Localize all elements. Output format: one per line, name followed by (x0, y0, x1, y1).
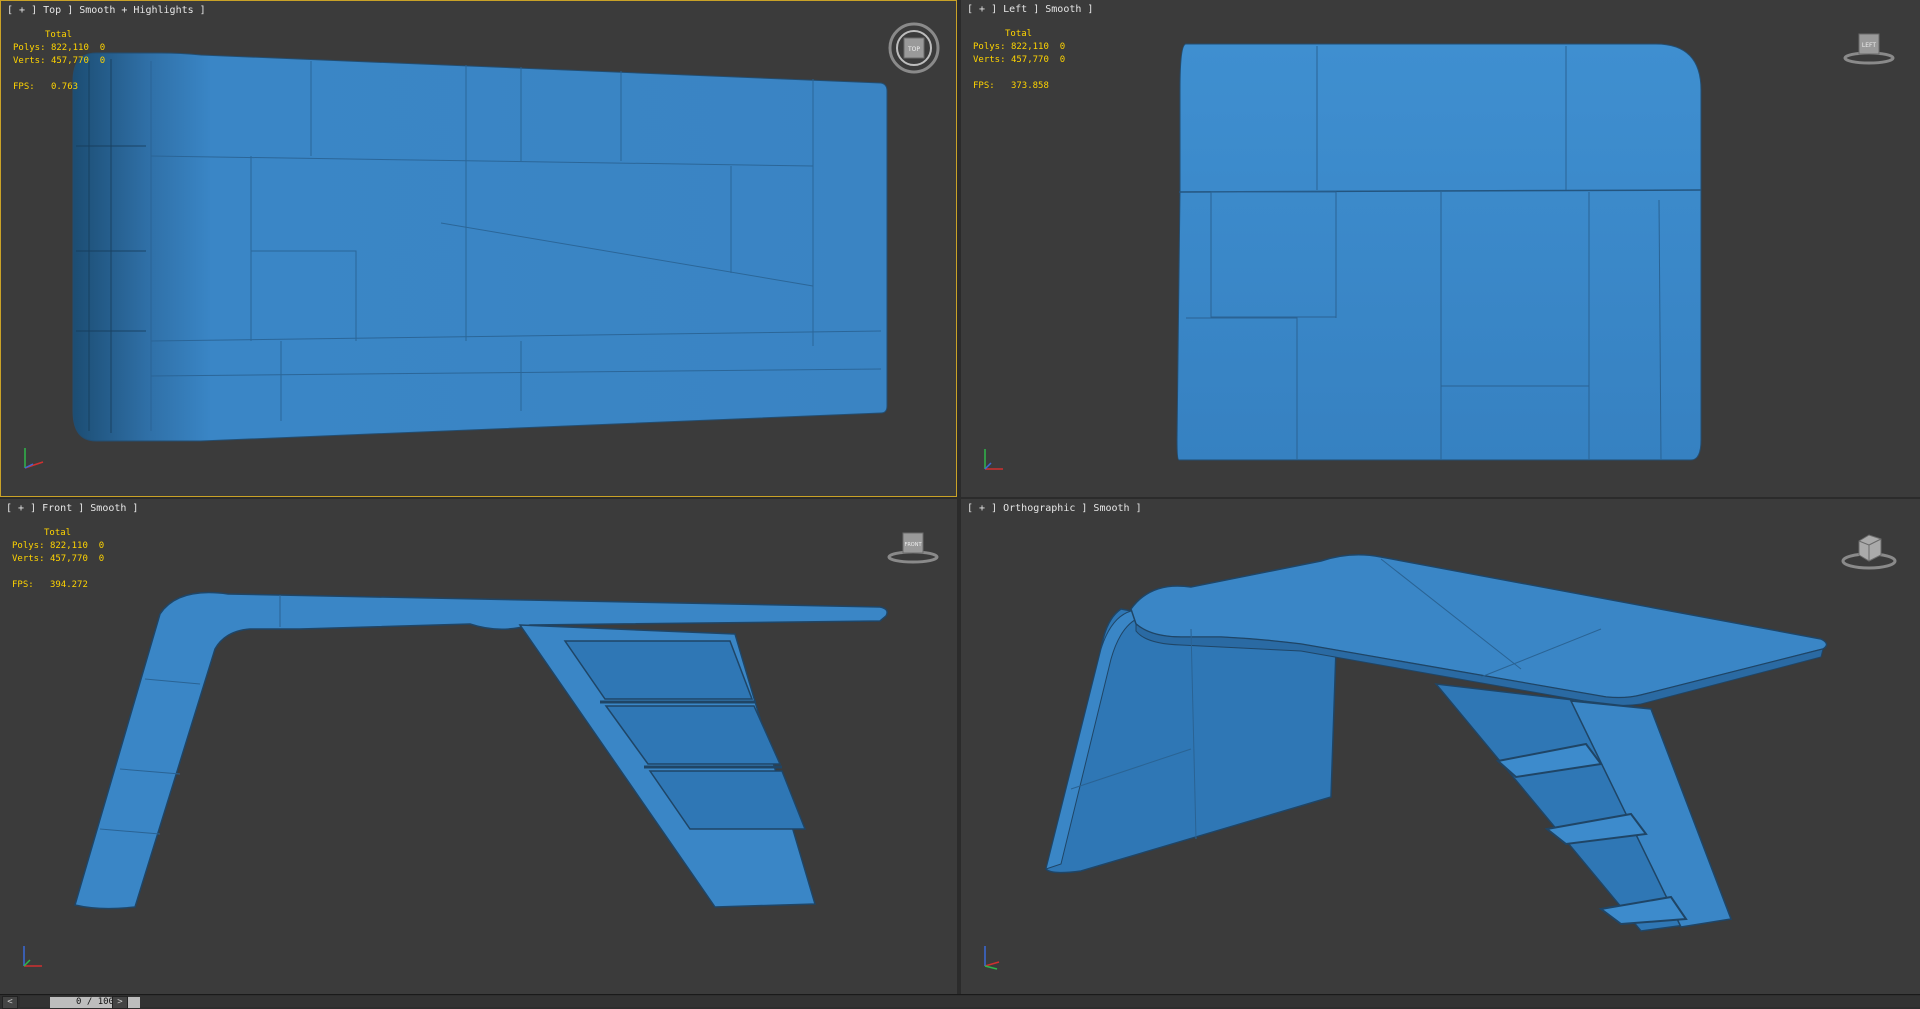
viewport-label-orthographic[interactable]: [ + ] Orthographic ] Smooth ] (967, 503, 1142, 514)
axis-tripod-icon (19, 444, 49, 478)
fps-value: 0.763 (50, 82, 79, 92)
viewport-label-front[interactable]: [ + ] Front ] Smooth ] (6, 503, 138, 514)
stats-verts: Verts: 457,770 0 (13, 55, 105, 68)
polys-value: 822,110 (1010, 42, 1049, 52)
stats-total-label: Total (44, 528, 72, 538)
viewcube-face-label: TOP (907, 46, 920, 53)
stats-total-label: Total (1005, 29, 1033, 39)
desk-model-left (1176, 43, 1702, 461)
axis-tripod-icon (979, 942, 1009, 976)
verts-selected: 0 (99, 56, 106, 66)
stats-fps: FPS: 394.272 (12, 579, 104, 592)
stats-polys: Polys: 822,110 0 (12, 540, 104, 553)
fps-value: 373.858 (1010, 81, 1049, 91)
viewport-front[interactable]: [ + ] Front ] Smooth ] Total Polys: 822,… (0, 499, 957, 994)
axis-tripod-icon (979, 445, 1009, 479)
viewport-label-top[interactable]: [ + ] Top ] Smooth + Highlights ] (7, 5, 206, 16)
viewport-top[interactable]: [ + ] Top ] Smooth + Highlights ] Total … (0, 0, 957, 497)
verts-value: 457,770 (1010, 55, 1049, 65)
polys-label: Polys: (12, 541, 45, 551)
viewcube-face-label: LEFT (1862, 42, 1876, 49)
polys-label: Polys: (973, 42, 1006, 52)
time-prev-button[interactable]: < (2, 996, 18, 1009)
stats-verts: Verts: 457,770 0 (12, 553, 104, 566)
viewport-orthographic[interactable]: [ + ] Orthographic ] Smooth ] (961, 499, 1920, 994)
polys-selected: 0 (98, 541, 105, 551)
axis-tripod-icon (18, 942, 48, 976)
time-next-button[interactable]: > (112, 996, 128, 1009)
stats-fps: FPS: 0.763 (13, 81, 105, 94)
viewcube-icon[interactable]: FRONT (883, 527, 943, 571)
stats-overlay-top: Total Polys: 822,110 0 Verts: 457,770 0 … (13, 29, 105, 94)
stats-fps: FPS: 373.858 (973, 80, 1065, 93)
viewcube-icon[interactable]: TOP (884, 19, 944, 83)
time-slider-track[interactable]: 0 / 100 (20, 996, 1920, 1008)
fps-label: FPS: (13, 82, 35, 92)
stats-polys: Polys: 822,110 0 (973, 41, 1065, 54)
stats-overlay-left: Total Polys: 822,110 0 Verts: 457,770 0 … (973, 28, 1065, 93)
verts-label: Verts: (13, 56, 46, 66)
viewcube-icon[interactable] (1839, 527, 1899, 576)
fps-value: 394.272 (49, 580, 88, 590)
viewcube-face-label: FRONT (904, 542, 922, 548)
stats-overlay-front: Total Polys: 822,110 0 Verts: 457,770 0 … (12, 527, 104, 592)
viewport-left[interactable]: [ + ] Left ] Smooth ] Total Polys: 822,1… (961, 0, 1920, 497)
polys-selected: 0 (1059, 42, 1066, 52)
time-slider: < 0 / 100 > (0, 994, 1920, 1009)
stats-verts: Verts: 457,770 0 (973, 54, 1065, 67)
desk-model-front (74, 591, 888, 910)
verts-value: 457,770 (50, 56, 89, 66)
polys-value: 822,110 (49, 541, 88, 551)
polys-label: Polys: (13, 43, 46, 53)
stats-polys: Polys: 822,110 0 (13, 42, 105, 55)
verts-selected: 0 (1059, 55, 1066, 65)
viewport-label-left[interactable]: [ + ] Left ] Smooth ] (967, 4, 1093, 15)
desk-model-orthographic (1045, 554, 1828, 932)
verts-selected: 0 (98, 554, 105, 564)
fps-label: FPS: (12, 580, 34, 590)
desk-model-top (72, 52, 888, 442)
stats-total-label: Total (45, 30, 73, 40)
viewcube-icon[interactable]: LEFT (1839, 28, 1899, 72)
verts-value: 457,770 (49, 554, 88, 564)
fps-label: FPS: (973, 81, 995, 91)
verts-label: Verts: (973, 55, 1006, 65)
polys-selected: 0 (99, 43, 106, 53)
verts-label: Verts: (12, 554, 45, 564)
polys-value: 822,110 (50, 43, 89, 53)
